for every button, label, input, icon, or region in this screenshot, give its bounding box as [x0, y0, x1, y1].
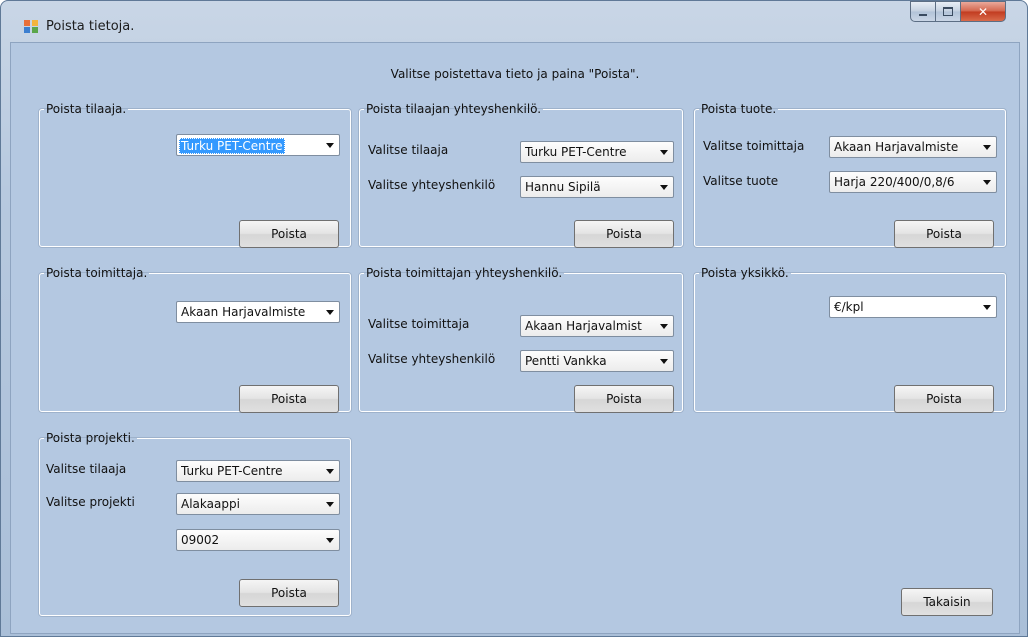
maximize-icon [943, 7, 953, 16]
group-legend: Poista yksikkö. [701, 266, 789, 280]
dropdown-arrow-icon [983, 305, 991, 310]
combo-value: Akaan Harjavalmist [525, 319, 642, 333]
app-icon [24, 20, 39, 34]
contact-combo[interactable]: Pentti Vankka [520, 350, 674, 372]
supplier-combo[interactable]: Akaan Harjavalmiste [176, 301, 340, 323]
dropdown-arrow-icon [983, 180, 991, 185]
delete-customer-contact-button[interactable]: Poista [574, 220, 674, 248]
customer-combo[interactable]: Turku PET-Centre [176, 134, 340, 156]
combo-value: Hannu Sipilä [525, 180, 601, 194]
dropdown-arrow-icon [660, 359, 668, 364]
select-supplier-label: Valitse toimittaja [703, 139, 805, 153]
combo-value: Turku PET-Centre [525, 145, 627, 159]
group-legend: Poista tuote. [701, 102, 777, 116]
select-customer-label: Valitse tilaaja [368, 143, 449, 157]
combo-value: Turku PET-Centre [179, 138, 285, 154]
customer-combo[interactable]: Turku PET-Centre [520, 141, 674, 163]
select-contact-label: Valitse yhteyshenkilö [368, 352, 496, 366]
delete-product-button[interactable]: Poista [894, 220, 994, 248]
dropdown-arrow-icon [660, 324, 668, 329]
close-button[interactable]: ✕ [961, 1, 1006, 22]
maximize-button[interactable] [936, 1, 961, 22]
project-number-combo[interactable]: 09002 [176, 529, 340, 551]
select-project-label: Valitse projekti [46, 495, 135, 509]
app-window: Poista tietoja. ✕ Valitse poistettava ti… [0, 0, 1028, 637]
dropdown-arrow-icon [326, 310, 334, 315]
unit-combo[interactable]: €/kpl [829, 296, 997, 318]
delete-customer-button[interactable]: Poista [239, 220, 339, 248]
delete-supplier-button[interactable]: Poista [239, 385, 339, 413]
delete-unit-button[interactable]: Poista [894, 385, 994, 413]
select-supplier-label: Valitse toimittaja [368, 317, 470, 331]
group-delete-unit: Poista yksikkö. €/kpl Poista [694, 266, 1006, 413]
minimize-icon [919, 13, 927, 16]
group-legend: Poista toimittajan yhteyshenkilö. [366, 266, 563, 280]
instruction-text: Valitse poistettava tieto ja paina "Pois… [390, 67, 640, 81]
back-button[interactable]: Takaisin [901, 588, 993, 616]
supplier-combo[interactable]: Akaan Harjavalmiste [829, 136, 997, 158]
group-legend: Poista tilaaja. [46, 102, 127, 116]
contact-combo[interactable]: Hannu Sipilä [520, 176, 674, 198]
group-delete-supplier: Poista toimittaja. Akaan Harjavalmiste P… [39, 266, 351, 413]
dropdown-arrow-icon [326, 502, 334, 507]
group-legend: Poista tilaajan yhteyshenkilö. [366, 102, 542, 116]
dropdown-arrow-icon [326, 538, 334, 543]
delete-project-button[interactable]: Poista [239, 579, 339, 607]
dropdown-arrow-icon [983, 145, 991, 150]
combo-value: Akaan Harjavalmiste [181, 305, 306, 319]
product-combo[interactable]: Harja 220/400/0,8/6 [829, 171, 997, 193]
dropdown-arrow-icon [326, 469, 334, 474]
window-title: Poista tietoja. [46, 19, 135, 34]
form-client-area: Valitse poistettava tieto ja paina "Pois… [10, 42, 1020, 634]
dropdown-arrow-icon [660, 185, 668, 190]
supplier-combo[interactable]: Akaan Harjavalmist [520, 315, 674, 337]
combo-value: Akaan Harjavalmiste [834, 140, 959, 154]
group-delete-supplier-contact: Poista toimittajan yhteyshenkilö. Valits… [359, 266, 683, 413]
minimize-button[interactable] [910, 1, 936, 22]
project-combo[interactable]: Alakaappi [176, 493, 340, 515]
caption-buttons: ✕ [910, 1, 1006, 22]
group-legend: Poista toimittaja. [46, 266, 148, 280]
group-delete-customer-contact: Poista tilaajan yhteyshenkilö. Valitse t… [359, 102, 683, 248]
group-delete-customer: Poista tilaaja. Turku PET-Centre Poista [39, 102, 351, 248]
delete-supplier-contact-button[interactable]: Poista [574, 385, 674, 413]
dropdown-arrow-icon [660, 150, 668, 155]
customer-combo[interactable]: Turku PET-Centre [176, 460, 340, 482]
select-customer-label: Valitse tilaaja [46, 462, 127, 476]
combo-value: €/kpl [834, 300, 864, 314]
combo-value: Alakaappi [181, 497, 240, 511]
group-legend: Poista projekti. [46, 431, 135, 445]
group-delete-product: Poista tuote. Valitse toimittaja Akaan H… [694, 102, 1006, 248]
combo-value: Harja 220/400/0,8/6 [834, 175, 955, 189]
combo-value: Turku PET-Centre [181, 464, 283, 478]
close-icon: ✕ [977, 4, 989, 19]
select-contact-label: Valitse yhteyshenkilö [368, 178, 496, 192]
select-product-label: Valitse tuote [703, 174, 779, 188]
group-delete-project: Poista projekti. Valitse tilaaja Turku P… [39, 431, 351, 616]
combo-value: 09002 [181, 533, 220, 547]
combo-value: Pentti Vankka [525, 354, 607, 368]
dropdown-arrow-icon [326, 143, 334, 148]
title-bar[interactable]: Poista tietoja. ✕ [0, 0, 1028, 42]
